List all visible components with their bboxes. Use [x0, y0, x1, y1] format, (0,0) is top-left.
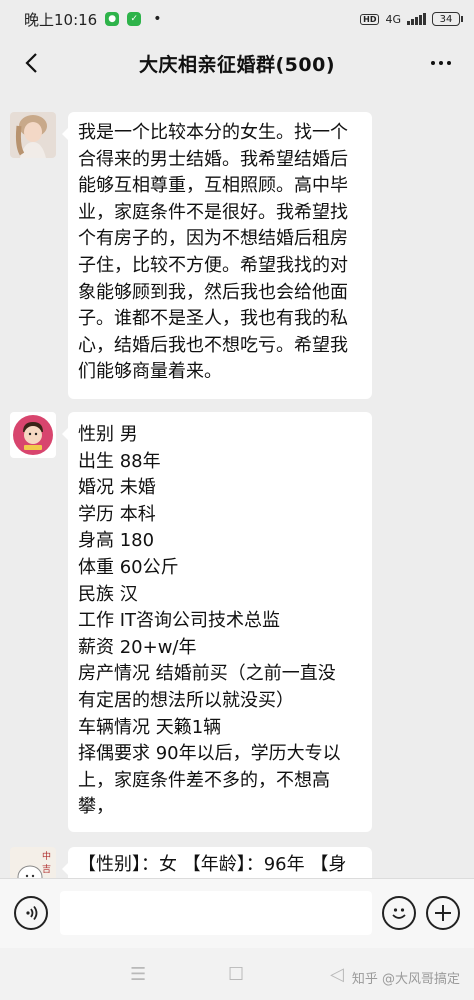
back-triangle-icon[interactable]: ◁: [330, 964, 344, 985]
avatar-text: 中吉: [42, 852, 52, 875]
chat-header: 大庆相亲征婚群(500): [0, 38, 474, 88]
status-time: 晚上10:16: [24, 10, 98, 29]
notification-dot: •: [153, 11, 162, 27]
chat-message-list[interactable]: 我是一个比较本分的女生。找一个 合得来的男士结婚。我希望结婚后 能够互相尊重，互…: [0, 90, 474, 878]
message-line: 房产情况 结婚前买（之前一直没: [78, 663, 336, 685]
voice-icon: [26, 905, 38, 921]
message-line: 上，家庭条件差不多的，不想高: [78, 769, 330, 791]
message-line: 工作 IT咨询公司技术总监: [78, 610, 281, 632]
message-line: 学历 本科: [78, 503, 156, 525]
input-bar: [0, 878, 474, 948]
chat-message: 我是一个比较本分的女生。找一个 合得来的男士结婚。我希望结婚后 能够互相尊重，互…: [10, 112, 372, 399]
shield-notification-icon: ✓: [127, 12, 142, 26]
message-line: 有定居的想法所以就没买）: [78, 689, 294, 711]
message-line: 择偶要求 90年以后，学历大专以: [78, 743, 341, 765]
message-line: 民族 汉: [78, 583, 138, 605]
avatar[interactable]: [10, 112, 56, 158]
message-line: 出生 88年: [78, 450, 161, 472]
message-bubble[interactable]: 【性别】：女 【年龄】：96年 【身: [62, 847, 372, 878]
message-line: 我是一个比较本分的女生。找一个: [78, 122, 348, 143]
status-bar: 晚上10:16 ● ✓ • HD 4G 34: [0, 0, 474, 38]
message-line: 薪资 20+w/年: [78, 636, 197, 658]
chat-message: 性别 男 出生 88年 婚况 未婚 学历 本科 身高 180 体重 60公斤 民…: [10, 412, 372, 832]
message-line: 们能够商量着来。: [78, 361, 222, 383]
plus-button[interactable]: [426, 896, 460, 930]
message-line: 体重 60公斤: [78, 556, 179, 578]
back-button[interactable]: [16, 48, 46, 78]
message-line: 子。谁都不是圣人，我也有我的私: [78, 308, 348, 330]
message-line: 车辆情况 天籁1辆: [78, 716, 222, 738]
avatar[interactable]: [10, 412, 56, 458]
message-line: 身高 180: [78, 530, 155, 552]
wechat-notification-icon: ●: [105, 12, 120, 26]
message-line: 个有房子的，因为不想结婚后租房: [78, 228, 348, 250]
system-nav-bar: ☰ ☐ ◁ 知乎 @大风哥搞定: [0, 948, 474, 1000]
battery-level: 34: [439, 13, 453, 25]
avatar[interactable]: 中吉: [10, 847, 56, 878]
message-line: 攀，: [78, 796, 114, 818]
home-icon[interactable]: ☐: [228, 964, 244, 985]
emoji-button[interactable]: [382, 896, 416, 930]
emoji-icon: [392, 908, 406, 919]
back-arrow-icon: [25, 53, 37, 73]
message-bubble[interactable]: 我是一个比较本分的女生。找一个 合得来的男士结婚。我希望结婚后 能够互相尊重，互…: [62, 112, 372, 399]
hd-icon: HD: [360, 13, 380, 25]
message-line: 婚况 未婚: [78, 477, 156, 499]
message-line: 心，结婚后我也不想吃亏。希望我: [78, 334, 348, 356]
message-line: 象能够顾到我，然后我也会给他面: [78, 281, 348, 303]
more-button[interactable]: [426, 48, 456, 78]
plus-icon: [435, 905, 451, 921]
message-line: 能够互相尊重，互相照顾。高中毕: [78, 175, 348, 197]
message-line: 合得来的男士结婚。我希望结婚后: [78, 148, 348, 170]
message-input[interactable]: [60, 891, 372, 935]
message-line: 【性别】：女 【年龄】：96年 【身: [78, 854, 347, 875]
voice-button[interactable]: [14, 896, 48, 930]
signal-icon: [407, 13, 426, 25]
battery-icon: 34: [432, 12, 463, 26]
message-line: 性别 男: [78, 424, 138, 445]
chat-title: 大庆相亲征婚群(500): [138, 53, 336, 76]
more-dots-icon: [431, 61, 435, 65]
menu-icon[interactable]: ☰: [130, 964, 146, 985]
network-type: 4G: [385, 12, 401, 26]
chat-message: 中吉 【性别】：女 【年龄】：96年 【身: [10, 847, 372, 878]
message-line: 子住，比较不方便。希望我找的对: [78, 254, 348, 276]
message-line: 业，家庭条件不是很好。我希望找: [78, 201, 348, 223]
message-bubble[interactable]: 性别 男 出生 88年 婚况 未婚 学历 本科 身高 180 体重 60公斤 民…: [62, 412, 372, 832]
watermark: 知乎 @大风哥搞定: [351, 972, 460, 987]
